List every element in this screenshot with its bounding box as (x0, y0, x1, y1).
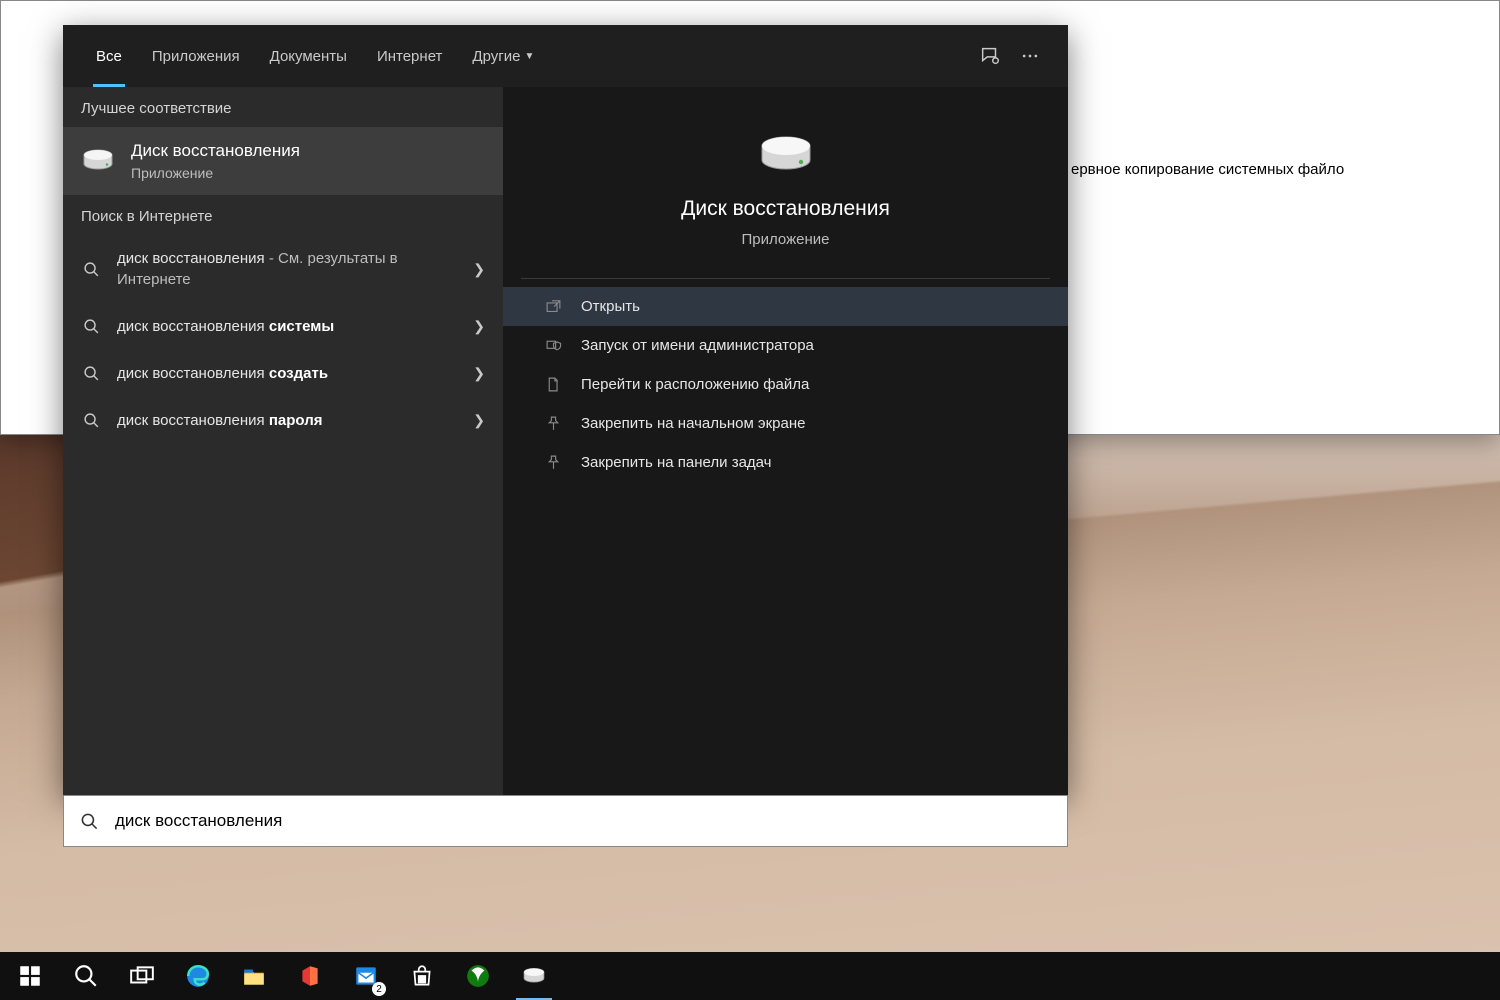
action-label: Перейти к расположению файла (581, 376, 809, 393)
web-results-header: Поиск в Интернете (63, 195, 503, 235)
tab-apps[interactable]: Приложения (137, 25, 255, 87)
taskbar-search-button[interactable] (58, 952, 114, 1000)
web-result-0[interactable]: диск восстановления - См. результаты в И… (63, 235, 503, 303)
task-view-button[interactable] (114, 952, 170, 1000)
pin-icon (543, 454, 563, 471)
wizard-body-text: ервное копирование системных файло (1071, 161, 1344, 178)
web-result-text: диск восстановления системы (117, 316, 457, 337)
search-input-bar[interactable] (63, 795, 1068, 847)
tab-more-label: Другие (472, 48, 520, 65)
web-result-text: диск восстановления создать (117, 363, 457, 384)
folder-icon (543, 376, 563, 393)
chevron-right-icon: ❯ (473, 318, 485, 335)
pin-icon (543, 415, 563, 432)
mail-badge: 2 (372, 982, 386, 996)
best-match-title: Диск восстановления (131, 141, 300, 161)
web-result-text: диск восстановления пароля (117, 410, 457, 431)
tab-all[interactable]: Все (81, 25, 137, 87)
action-label: Закрепить на начальном экране (581, 415, 805, 432)
search-icon (81, 412, 101, 429)
action-run-as-admin[interactable]: Запуск от имени администратора (503, 326, 1068, 365)
open-icon (543, 298, 563, 315)
drive-icon (757, 135, 815, 175)
taskbar: 2 (0, 952, 1500, 1000)
best-match-header: Лучшее соответствие (63, 87, 503, 127)
action-label: Открыть (581, 298, 640, 315)
feedback-icon[interactable] (970, 25, 1010, 87)
preview-subtitle: Приложение (742, 231, 830, 248)
chevron-down-icon: ▼ (524, 51, 534, 62)
taskbar-app-mail[interactable]: 2 (338, 952, 394, 1000)
taskbar-app-recovery-drive[interactable] (506, 952, 562, 1000)
preview-title: Диск восстановления (681, 197, 890, 221)
action-pin-taskbar[interactable]: Закрепить на панели задач (503, 443, 1068, 482)
taskbar-app-office[interactable] (282, 952, 338, 1000)
taskbar-app-explorer[interactable] (226, 952, 282, 1000)
taskbar-app-xbox[interactable] (450, 952, 506, 1000)
start-button[interactable] (2, 952, 58, 1000)
search-input[interactable] (113, 810, 1051, 832)
search-preview-right: Диск восстановления Приложение Открыть З… (503, 87, 1068, 795)
preview-hero: Диск восстановления Приложение (503, 135, 1068, 248)
divider (521, 278, 1050, 279)
chevron-right-icon: ❯ (473, 412, 485, 429)
action-label: Запуск от имени администратора (581, 337, 814, 354)
search-tabs: Все Приложения Документы Интернет Другие… (63, 25, 1068, 87)
chevron-right-icon: ❯ (473, 365, 485, 382)
best-match-subtitle: Приложение (131, 165, 300, 181)
search-icon (80, 812, 99, 831)
web-result-3[interactable]: диск восстановления пароля ❯ (63, 397, 503, 444)
tab-web[interactable]: Интернет (362, 25, 457, 87)
tab-more[interactable]: Другие ▼ (457, 25, 549, 87)
action-open[interactable]: Открыть (503, 287, 1068, 326)
web-result-text: диск восстановления - См. результаты в И… (117, 248, 457, 290)
tab-documents[interactable]: Документы (255, 25, 362, 87)
action-label: Закрепить на панели задач (581, 454, 772, 471)
action-pin-start[interactable]: Закрепить на начальном экране (503, 404, 1068, 443)
search-results-left: Лучшее соответствие Диск восстановления … (63, 87, 503, 795)
taskbar-app-edge[interactable] (170, 952, 226, 1000)
more-options-icon[interactable] (1010, 25, 1050, 87)
taskbar-app-store[interactable] (394, 952, 450, 1000)
search-icon (81, 365, 101, 382)
start-search-panel: Все Приложения Документы Интернет Другие… (63, 25, 1068, 795)
search-icon (81, 261, 101, 278)
chevron-right-icon: ❯ (473, 261, 485, 278)
search-icon (81, 318, 101, 335)
web-result-2[interactable]: диск восстановления создать ❯ (63, 350, 503, 397)
shield-icon (543, 337, 563, 354)
web-result-1[interactable]: диск восстановления системы ❯ (63, 303, 503, 350)
best-match-item[interactable]: Диск восстановления Приложение (63, 127, 503, 195)
drive-icon (81, 149, 115, 173)
action-open-location[interactable]: Перейти к расположению файла (503, 365, 1068, 404)
